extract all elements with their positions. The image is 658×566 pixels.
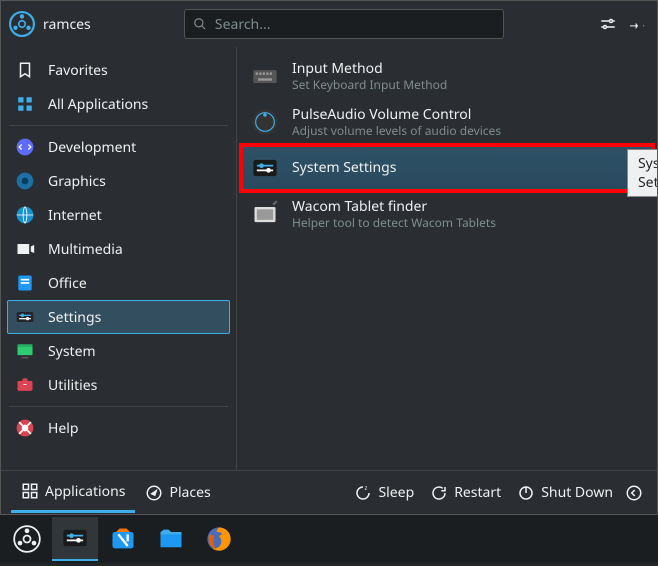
app-item-system-settings[interactable]: System Settings bbox=[241, 145, 653, 191]
office-icon bbox=[14, 272, 36, 294]
kubuntu-logo-icon bbox=[9, 11, 35, 37]
sidebar-label: Favorites bbox=[48, 61, 108, 80]
sidebar-item-development[interactable]: Development bbox=[7, 130, 230, 164]
divider bbox=[9, 406, 228, 407]
app-item-wacom[interactable]: Wacom Tablet finderHelper tool to detect… bbox=[241, 191, 653, 237]
taskbar-system-settings[interactable] bbox=[52, 517, 98, 561]
sidebar-label: Multimedia bbox=[48, 240, 123, 259]
app-desc: Set Keyboard Input Method bbox=[292, 77, 447, 92]
system-icon bbox=[14, 340, 36, 362]
taskbar bbox=[0, 515, 658, 563]
sidebar-item-internet[interactable]: Internet bbox=[7, 198, 230, 232]
sidebar-label: Settings bbox=[48, 308, 101, 327]
grid-icon bbox=[14, 93, 36, 115]
settings-icon bbox=[14, 306, 36, 328]
app-launcher: ramces Favorites All Applications Develo… bbox=[0, 0, 658, 515]
compass-icon bbox=[145, 484, 163, 502]
tab-applications[interactable]: Applications bbox=[11, 473, 135, 513]
sidebar-label: Help bbox=[48, 419, 79, 438]
multimedia-icon bbox=[14, 238, 36, 260]
app-title: PulseAudio Volume Control bbox=[292, 106, 501, 124]
sidebar-item-graphics[interactable]: Graphics bbox=[7, 164, 230, 198]
sidebar-item-utilities[interactable]: Utilities bbox=[7, 368, 230, 402]
sidebar: Favorites All Applications Development G… bbox=[1, 47, 237, 470]
tab-places[interactable]: Places bbox=[135, 473, 220, 513]
settings-toggle-icon[interactable] bbox=[597, 13, 619, 35]
username: ramces bbox=[43, 15, 91, 34]
keyboard-icon bbox=[250, 61, 280, 91]
tab-label: Applications bbox=[45, 482, 125, 501]
sidebar-item-favorites[interactable]: Favorites bbox=[7, 53, 230, 87]
search-icon bbox=[193, 17, 207, 31]
button-label: Restart bbox=[454, 483, 501, 502]
volume-icon bbox=[250, 107, 280, 137]
sidebar-label: All Applications bbox=[48, 95, 148, 114]
footer: Applications Places z Sleep Restart Shut… bbox=[1, 470, 657, 514]
sidebar-label: Development bbox=[48, 138, 136, 157]
sidebar-label: Internet bbox=[48, 206, 102, 225]
leave-button[interactable] bbox=[621, 484, 647, 502]
app-desc: Helper tool to detect Wacom Tablets bbox=[292, 215, 496, 230]
taskbar-launcher[interactable] bbox=[4, 517, 50, 561]
tab-label: Places bbox=[169, 483, 210, 502]
utilities-icon bbox=[14, 374, 36, 396]
sidebar-item-multimedia[interactable]: Multimedia bbox=[7, 232, 230, 266]
power-icon bbox=[517, 484, 535, 502]
help-icon bbox=[14, 417, 36, 439]
app-title: Wacom Tablet finder bbox=[292, 198, 496, 216]
divider bbox=[9, 125, 228, 126]
taskbar-firefox[interactable] bbox=[196, 517, 242, 561]
taskbar-discover[interactable] bbox=[100, 517, 146, 561]
button-label: Sleep bbox=[378, 483, 414, 502]
header: ramces bbox=[1, 1, 657, 47]
sidebar-item-all-applications[interactable]: All Applications bbox=[7, 87, 230, 121]
apps-grid-icon bbox=[21, 482, 39, 500]
search-input[interactable] bbox=[184, 9, 504, 39]
bookmark-icon bbox=[14, 59, 36, 81]
restart-icon bbox=[430, 484, 448, 502]
development-icon bbox=[14, 136, 36, 158]
sidebar-item-office[interactable]: Office bbox=[7, 266, 230, 300]
internet-icon bbox=[14, 204, 36, 226]
pin-icon[interactable] bbox=[627, 13, 649, 35]
tablet-icon bbox=[250, 199, 280, 229]
sidebar-label: Graphics bbox=[48, 172, 106, 191]
sleep-icon: z bbox=[354, 484, 372, 502]
app-list: Input MethodSet Keyboard Input Method Pu… bbox=[237, 47, 657, 470]
restart-button[interactable]: Restart bbox=[422, 483, 509, 502]
system-settings-icon bbox=[250, 153, 280, 183]
app-item-pulseaudio[interactable]: PulseAudio Volume ControlAdjust volume l… bbox=[241, 99, 653, 145]
button-label: Shut Down bbox=[541, 483, 613, 502]
app-title: Input Method bbox=[292, 60, 447, 78]
tooltip: System Settings bbox=[627, 149, 657, 197]
app-desc: Adjust volume levels of audio devices bbox=[292, 123, 501, 138]
app-title: System Settings bbox=[292, 159, 396, 177]
sidebar-label: Office bbox=[48, 274, 87, 293]
graphics-icon bbox=[14, 170, 36, 192]
sleep-button[interactable]: z Sleep bbox=[346, 483, 422, 502]
sidebar-label: Utilities bbox=[48, 376, 97, 395]
sidebar-item-settings[interactable]: Settings bbox=[7, 300, 230, 334]
taskbar-dolphin[interactable] bbox=[148, 517, 194, 561]
chevron-left-icon bbox=[625, 484, 643, 502]
shutdown-button[interactable]: Shut Down bbox=[509, 483, 621, 502]
sidebar-item-system[interactable]: System bbox=[7, 334, 230, 368]
app-item-input-method[interactable]: Input MethodSet Keyboard Input Method bbox=[241, 53, 653, 99]
svg-text:z: z bbox=[365, 484, 368, 492]
sidebar-label: System bbox=[48, 342, 96, 361]
sidebar-item-help[interactable]: Help bbox=[7, 411, 230, 445]
